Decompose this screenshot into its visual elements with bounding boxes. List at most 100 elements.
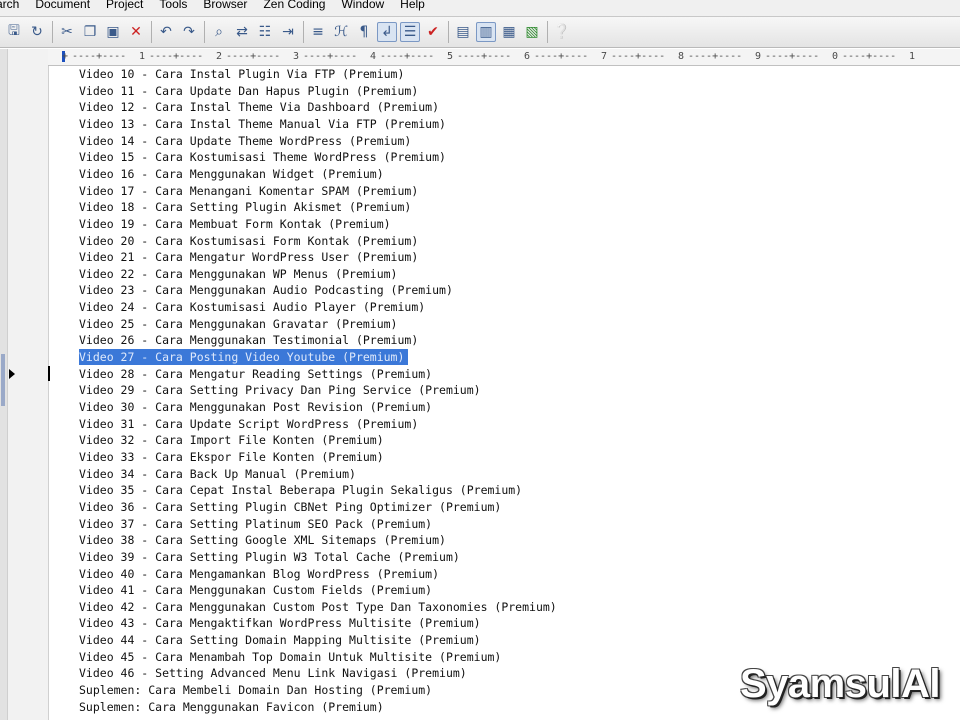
line-text: Video 40 - Cara Mengamankan Blog WordPre… (79, 566, 440, 581)
text-cursor (48, 365, 50, 381)
code-line[interactable]: 20Video 20 - Cara Kostumisasi Form Konta… (48, 233, 960, 249)
menu-document[interactable]: Document (29, 0, 100, 12)
code-line[interactable]: 10Video 10 - Cara Instal Plugin Via FTP … (48, 66, 960, 82)
find-in-files-icon[interactable]: ☷ (255, 22, 275, 42)
code-line[interactable]: 30Video 30 - Cara Menggunakan Post Revis… (48, 399, 960, 415)
goto-icon[interactable]: ⇥ (278, 22, 298, 42)
validate-icon[interactable]: ▧ (522, 22, 542, 42)
code-editor[interactable]: 10Video 10 - Cara Instal Plugin Via FTP … (48, 66, 960, 720)
ruler-mark: 7 (601, 51, 608, 62)
code-line[interactable]: 36Video 36 - Cara Setting Plugin CBNet P… (48, 499, 960, 515)
preview-icon[interactable]: ▤ (453, 22, 473, 42)
code-line[interactable]: 18Video 18 - Cara Setting Plugin Akismet… (48, 199, 960, 215)
menu-arch[interactable]: arch (0, 0, 29, 12)
line-text: Video 37 - Cara Setting Platinum SEO Pac… (79, 516, 433, 531)
ruler-mark: 8 (678, 51, 685, 62)
line-text: Video 21 - Cara Mengatur WordPress User … (79, 250, 419, 265)
cut-icon[interactable]: ✂ (57, 22, 77, 42)
ruler-ticks: ----+---- (688, 51, 743, 62)
code-line[interactable]: 37Video 37 - Cara Setting Platinum SEO P… (48, 516, 960, 532)
ruler-mark: 0 (832, 51, 839, 62)
ruler-mark: 6 (524, 51, 531, 62)
line-text: Video 12 - Cara Instal Theme Via Dashboa… (79, 100, 440, 115)
line-text: Video 13 - Cara Instal Theme Manual Via … (79, 116, 446, 131)
line-text: Video 44 - Cara Setting Domain Mapping M… (79, 633, 481, 648)
code-line[interactable]: 11Video 11 - Cara Update Dan Hapus Plugi… (48, 83, 960, 99)
menu-project[interactable]: Project (100, 0, 153, 12)
menu-window[interactable]: Window (335, 0, 394, 12)
line-text: Video 38 - Cara Setting Google XML Sitem… (79, 533, 446, 548)
line-text: Video 31 - Cara Update Script WordPress … (79, 416, 419, 431)
code-line[interactable]: 23Video 23 - Cara Menggunakan Audio Podc… (48, 282, 960, 298)
code-line[interactable]: 42Video 42 - Cara Menggunakan Custom Pos… (48, 599, 960, 615)
menu-zen-coding[interactable]: Zen Coding (257, 0, 335, 12)
linenumbers-icon[interactable]: ☰ (400, 22, 420, 42)
current-line-marker-icon (9, 368, 15, 379)
code-line[interactable]: 29Video 29 - Cara Setting Privacy Dan Pi… (48, 382, 960, 398)
line-text: Video 14 - Cara Update Theme WordPress (… (79, 133, 412, 148)
menu-browser[interactable]: Browser (197, 0, 257, 12)
save-icon[interactable]: 🖫 (4, 22, 24, 42)
code-line[interactable]: 31Video 31 - Cara Update Script WordPres… (48, 416, 960, 432)
header-icon[interactable]: ℋ (331, 22, 351, 42)
undo-icon[interactable]: ↶ (156, 22, 176, 42)
code-line[interactable]: 34Video 34 - Cara Back Up Manual (Premiu… (48, 466, 960, 482)
code-line[interactable]: 15Video 15 - Cara Kostumisasi Theme Word… (48, 149, 960, 165)
menu-help[interactable]: Help (394, 0, 435, 12)
browser-icon[interactable]: ▥ (476, 22, 496, 42)
code-line[interactable]: 21Video 21 - Cara Mengatur WordPress Use… (48, 249, 960, 265)
code-line[interactable]: 28Video 28 - Cara Mengatur Reading Setti… (48, 365, 960, 382)
code-line[interactable]: 43Video 43 - Cara Mengaktifkan WordPress… (48, 615, 960, 631)
code-line[interactable]: 22Video 22 - Cara Menggunakan WP Menus (… (48, 266, 960, 282)
code-line[interactable]: 40Video 40 - Cara Mengamankan Blog WordP… (48, 566, 960, 582)
menu-bar: archDocumentProjectToolsBrowserZen Codin… (0, 0, 960, 17)
code-line[interactable]: 35Video 35 - Cara Cepat Instal Beberapa … (48, 482, 960, 498)
code-line[interactable]: 16Video 16 - Cara Menggunakan Widget (Pr… (48, 166, 960, 182)
code-line[interactable]: 25Video 25 - Cara Menggunakan Gravatar (… (48, 316, 960, 332)
line-text: Video 16 - Cara Menggunakan Widget (Prem… (79, 166, 384, 181)
line-text: Video 34 - Cara Back Up Manual (Premium) (79, 466, 356, 481)
toolbar-separator (547, 21, 548, 43)
wordwrap-icon[interactable]: ↲ (377, 22, 397, 42)
code-line[interactable]: 27Video 27 - Cara Posting Video Youtube … (48, 349, 960, 366)
code-line[interactable]: 14Video 14 - Cara Update Theme WordPress… (48, 133, 960, 149)
code-line[interactable]: 32Video 32 - Cara Import File Konten (Pr… (48, 432, 960, 448)
refresh-icon[interactable]: ↻ (27, 22, 47, 42)
code-line[interactable]: 13Video 13 - Cara Instal Theme Manual Vi… (48, 116, 960, 132)
search-icon[interactable]: ⌕ (209, 22, 229, 42)
code-line[interactable]: 17Video 17 - Cara Menangani Komentar SPA… (48, 183, 960, 199)
line-text: Video 17 - Cara Menangani Komentar SPAM … (79, 183, 419, 198)
code-line[interactable]: 39Video 39 - Cara Setting Plugin W3 Tota… (48, 549, 960, 565)
tidy-icon[interactable]: ▦ (499, 22, 519, 42)
line-text: Video 25 - Cara Menggunakan Gravatar (Pr… (79, 316, 398, 331)
code-line[interactable]: 26Video 26 - Cara Menggunakan Testimonia… (48, 332, 960, 348)
line-text: Video 29 - Cara Setting Privacy Dan Ping… (79, 383, 481, 398)
line-text: Video 43 - Cara Mengaktifkan WordPress M… (79, 616, 481, 631)
help-icon[interactable]: ❔ (552, 22, 572, 42)
redo-icon[interactable]: ↷ (179, 22, 199, 42)
code-line[interactable]: 44Video 44 - Cara Setting Domain Mapping… (48, 632, 960, 648)
code-line[interactable]: 38Video 38 - Cara Setting Google XML Sit… (48, 532, 960, 548)
line-text: Video 24 - Cara Kostumisasi Audio Player… (79, 300, 426, 315)
ruler-mark: 4 (370, 51, 377, 62)
code-line[interactable]: 33Video 33 - Cara Ekspor File Konten (Pr… (48, 449, 960, 465)
code-line[interactable]: 12Video 12 - Cara Instal Theme Via Dashb… (48, 99, 960, 115)
ruler-ticks: ----+---- (380, 51, 435, 62)
paste-icon[interactable]: ▣ (103, 22, 123, 42)
spellcheck-icon[interactable]: ✔ (423, 22, 443, 42)
ruler-mark: 3 (293, 51, 300, 62)
code-line[interactable]: 41Video 41 - Cara Menggunakan Custom Fie… (48, 582, 960, 598)
delete-icon[interactable]: ✕ (126, 22, 146, 42)
toolbar-separator (448, 21, 449, 43)
code-line[interactable]: 24Video 24 - Cara Kostumisasi Audio Play… (48, 299, 960, 315)
code-line[interactable]: 19Video 19 - Cara Membuat Form Kontak (P… (48, 216, 960, 232)
line-text: Video 11 - Cara Update Dan Hapus Plugin … (79, 83, 419, 98)
line-text: Suplemen: Cara Membeli Domain Dan Hostin… (79, 683, 433, 698)
ruler-ticks: ----+---- (765, 51, 820, 62)
line-text: Video 42 - Cara Menggunakan Custom Post … (79, 599, 557, 614)
menu-tools[interactable]: Tools (153, 0, 197, 12)
replace-icon[interactable]: ⇄ (232, 22, 252, 42)
paragraph-icon[interactable]: ¶ (354, 22, 374, 42)
toggle-comment-icon[interactable]: ≡ (308, 22, 328, 42)
copy-icon[interactable]: ❐ (80, 22, 100, 42)
